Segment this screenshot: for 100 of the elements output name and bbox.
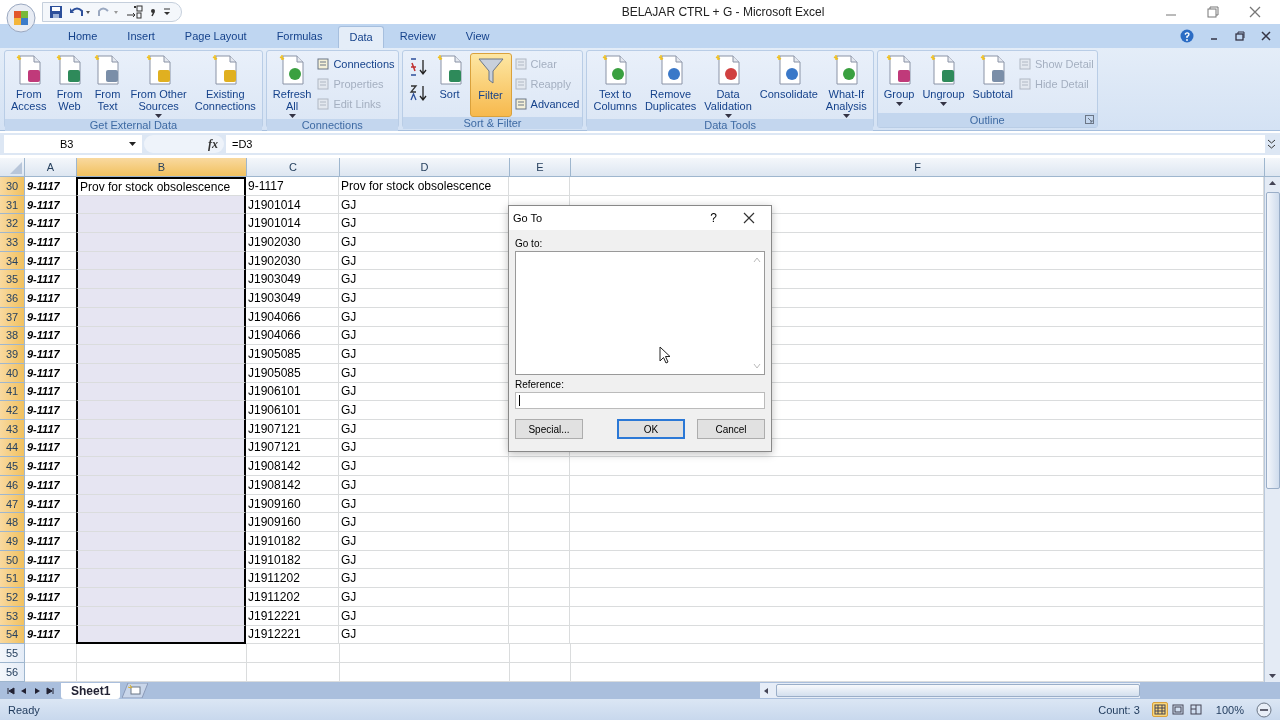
row-header[interactable]: 55	[0, 644, 25, 663]
ribbon-button[interactable]: Remove Duplicates	[641, 53, 700, 113]
command-icon	[316, 97, 331, 111]
name-box[interactable]: B3	[4, 135, 142, 153]
ribbon-tab[interactable]: View	[451, 26, 504, 48]
previous-sheet-icon[interactable]	[19, 685, 29, 696]
page-break-view-button[interactable]	[1187, 702, 1204, 717]
row-header[interactable]: 32	[0, 214, 25, 234]
filter-button[interactable]: Filter	[469, 53, 512, 117]
customize-caret-icon[interactable]	[163, 7, 171, 17]
last-sheet-icon[interactable]	[45, 685, 55, 696]
first-sheet-icon[interactable]	[6, 685, 16, 696]
empty-cell	[509, 532, 570, 551]
ribbon-button[interactable]: Refresh All	[269, 53, 315, 119]
row-header[interactable]: 49	[0, 532, 25, 551]
row-header[interactable]: 36	[0, 289, 25, 308]
help-icon[interactable]	[1180, 29, 1194, 43]
zoom-level[interactable]: 100%	[1215, 703, 1244, 716]
table-cell: J1909160	[246, 513, 339, 533]
scroll-thumb[interactable]	[1265, 192, 1280, 489]
caret-icon	[895, 102, 903, 106]
row-header[interactable]: 35	[0, 270, 25, 290]
sort-descending-icon[interactable]	[407, 83, 428, 103]
ribbon-button[interactable]: Subtotal	[969, 53, 1016, 101]
mouse-pointer-icon	[659, 346, 671, 364]
row-header[interactable]: 42	[0, 401, 25, 420]
group-label: Data Tools	[704, 119, 757, 131]
ribbon-tab[interactable]: Data	[338, 26, 384, 48]
dialog-button[interactable]: Cancel	[697, 419, 765, 439]
formula-field[interactable]: =D3	[226, 135, 1265, 153]
table-cell: J1908142	[246, 457, 339, 476]
horizontal-scrollbar[interactable]	[760, 683, 1140, 698]
dialog-launcher-icon[interactable]	[1084, 115, 1094, 124]
zoom-out-icon[interactable]	[1256, 701, 1272, 718]
table-cell: J1906101	[246, 401, 339, 420]
page-layout-view-button[interactable]	[1169, 702, 1186, 717]
row-header[interactable]: 46	[0, 476, 25, 495]
table-cell: J1901014	[246, 195, 339, 215]
next-sheet-icon[interactable]	[32, 685, 42, 696]
vertical-scrollbar[interactable]	[1264, 177, 1280, 682]
undo-icon[interactable]	[69, 5, 91, 19]
column-header[interactable]: F	[571, 158, 1265, 176]
ribbon-tab[interactable]: Home	[54, 26, 112, 48]
ribbon-button[interactable]: From Web	[51, 53, 88, 113]
table-cell: Prov for stock obsolescence	[339, 177, 509, 196]
ribbon-button[interactable]: What-If Analysis	[822, 53, 870, 119]
ribbon-tab[interactable]: Insert	[113, 26, 169, 48]
normal-view-button[interactable]	[1151, 702, 1168, 717]
ribbon-button[interactable]: From Other Sources	[127, 53, 190, 119]
ribbon-button[interactable]: Sort	[431, 53, 468, 101]
row-header[interactable]: 33	[0, 233, 25, 252]
empty-cell	[509, 513, 570, 533]
ribbon-button[interactable]: From Access	[8, 53, 50, 113]
column-header[interactable]: D	[340, 158, 510, 176]
row-header[interactable]: 45	[0, 457, 25, 476]
ribbon-small-button[interactable]: Connections	[316, 55, 395, 73]
restore-icon[interactable]	[1234, 30, 1246, 42]
dialog-button[interactable]: OK	[617, 419, 685, 439]
command-icon	[1017, 77, 1032, 91]
row-header[interactable]: 39	[0, 345, 25, 364]
ribbon-button[interactable]: Consolidate	[756, 53, 821, 101]
ribbon-button[interactable]: Existing Connections	[191, 53, 259, 113]
save-icon[interactable]	[49, 5, 63, 19]
ribbon-button[interactable]: From Text	[89, 53, 126, 113]
row-header[interactable]: 51	[0, 569, 25, 589]
ribbon-tab[interactable]: Review	[385, 26, 450, 48]
insert-function-button[interactable]: fx	[208, 136, 218, 152]
table-cell: J1912221	[246, 606, 339, 626]
empty-cell	[509, 476, 570, 495]
ribbon-tab[interactable]: Formulas	[262, 26, 337, 48]
close-icon[interactable]	[743, 212, 755, 224]
reference-field[interactable]	[515, 392, 765, 409]
ribbon-tab[interactable]: Page Layout	[170, 26, 261, 48]
group-label: Connections	[301, 119, 363, 131]
row-header[interactable]: 30	[0, 177, 25, 196]
dialog-button[interactable]: Special...	[515, 419, 583, 439]
insert-sheet-icon[interactable]	[122, 683, 149, 698]
column-header[interactable]: C	[247, 158, 340, 176]
ribbon-small-button[interactable]: Advanced	[513, 95, 580, 113]
table-cell: J1905085	[246, 363, 339, 383]
column-header[interactable]: B	[77, 158, 247, 176]
row-header[interactable]: 48	[0, 513, 25, 533]
column-header[interactable]: E	[510, 158, 571, 176]
sheet-tab[interactable]: Sheet1	[61, 682, 121, 699]
expand-icon[interactable]	[1267, 137, 1276, 151]
restore-icon[interactable]	[1206, 5, 1220, 19]
table-cell: GJ	[339, 494, 509, 514]
decimal-icon[interactable]	[125, 5, 143, 19]
row-header[interactable]: 52	[0, 588, 25, 607]
table-cell: J1909160	[246, 494, 339, 514]
caret-icon	[129, 142, 136, 146]
help-button[interactable]: ?	[710, 211, 717, 225]
ribbon-button[interactable]: Group	[880, 53, 918, 107]
ribbon-button[interactable]: Text to Columns	[590, 53, 640, 113]
ribbon-button[interactable]: Data Validation	[701, 53, 755, 119]
command-icon	[513, 97, 528, 111]
close-icon[interactable]	[1260, 30, 1272, 42]
table-cell: J1903049	[246, 289, 339, 308]
scroll-thumb[interactable]	[776, 684, 1140, 697]
ribbon-button[interactable]: Ungroup	[919, 53, 968, 107]
